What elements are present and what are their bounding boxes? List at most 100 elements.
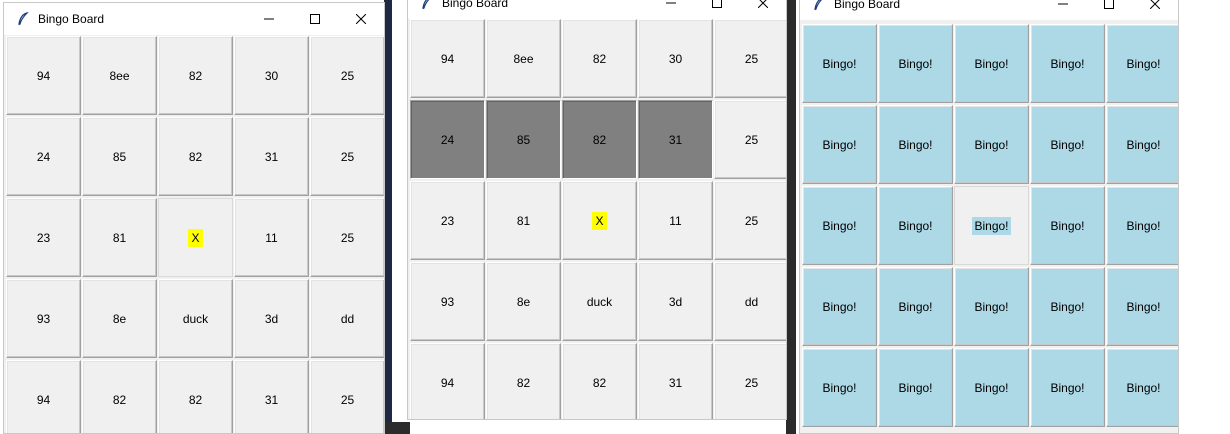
bingo-cell[interactable]: 31 [638,100,713,179]
bingo-cell[interactable]: 82 [562,19,637,98]
bingo-cell[interactable]: Bingo! [802,267,877,346]
bingo-cell[interactable]: 3d [638,262,713,341]
bingo-cell-label: 8ee [109,68,130,83]
bingo-cell[interactable]: dd [714,262,786,341]
bingo-cell[interactable]: 3d [234,279,309,358]
bingo-cell[interactable]: 94 [410,19,485,98]
bingo-cell[interactable]: Bingo! [802,24,877,103]
bingo-cell[interactable]: Bingo! [1030,186,1105,265]
close-button[interactable] [338,3,384,35]
bingo-cell[interactable]: Bingo! [878,267,953,346]
bingo-cell[interactable]: X [562,181,637,260]
bingo-cell[interactable]: 25 [714,181,786,260]
bingo-cell-label: dd [340,311,355,326]
bingo-cell[interactable]: Bingo! [954,348,1029,427]
bingo-cell[interactable]: Bingo! [802,348,877,427]
bingo-cell[interactable]: 24 [6,117,81,196]
minimize-button[interactable] [246,3,292,35]
bingo-cell-label: 25 [744,132,759,147]
bingo-cell[interactable]: Bingo! [1106,267,1178,346]
bingo-cell[interactable]: dd [310,279,384,358]
bingo-cell[interactable]: 25 [714,100,786,179]
bingo-cell[interactable]: 31 [234,117,309,196]
bingo-cell[interactable]: Bingo! [954,105,1029,184]
bingo-cell[interactable]: Bingo! [1106,105,1178,184]
bingo-cell-label: 94 [36,68,51,83]
bingo-cell[interactable]: 23 [6,198,81,277]
bingo-cell[interactable]: duck [562,262,637,341]
bingo-cell[interactable]: Bingo! [878,186,953,265]
bingo-cell[interactable]: 94 [6,36,81,115]
minimize-button[interactable] [648,0,694,19]
bingo-cell[interactable]: Bingo! [954,24,1029,103]
window-titlebar[interactable]: Bingo Board [408,0,786,19]
maximize-button[interactable] [1086,0,1132,20]
bingo-cell[interactable]: 82 [158,360,233,433]
close-button[interactable] [1132,0,1178,20]
bingo-cell[interactable]: Bingo! [1030,267,1105,346]
bingo-cell[interactable]: 82 [82,360,157,433]
bingo-cell[interactable]: 81 [82,198,157,277]
bingo-cell[interactable]: 93 [410,262,485,341]
bingo-cell[interactable]: Bingo! [954,267,1029,346]
bingo-cell[interactable]: Bingo! [1106,348,1178,427]
bingo-cell[interactable]: 25 [310,36,384,115]
bingo-cell[interactable]: 25 [714,19,786,98]
bingo-cell[interactable]: 82 [158,36,233,115]
bingo-cell[interactable]: 94 [410,343,485,419]
bingo-cell[interactable]: Bingo! [1106,186,1178,265]
bingo-cell[interactable]: 25 [310,360,384,433]
bingo-cell-label: 82 [516,375,531,390]
feather-icon [812,0,826,11]
bingo-cell[interactable]: Bingo! [954,186,1029,265]
bingo-cell[interactable]: 11 [638,181,713,260]
bingo-cell[interactable]: 8ee [82,36,157,115]
bingo-cell[interactable]: Bingo! [878,348,953,427]
close-button[interactable] [740,0,786,19]
bingo-cell[interactable]: 8e [486,262,561,341]
bingo-cell[interactable]: 24 [410,100,485,179]
bingo-cell[interactable]: 82 [158,117,233,196]
window-titlebar[interactable]: Bingo Board [4,3,384,35]
bingo-cell[interactable]: 25 [714,343,786,419]
bingo-cell-label: 23 [36,230,51,245]
bingo-cell[interactable]: Bingo! [802,186,877,265]
bingo-cell[interactable]: 30 [234,36,309,115]
maximize-button[interactable] [292,3,338,35]
bingo-cell-label: 11 [265,230,278,245]
bingo-cell[interactable]: 25 [310,117,384,196]
bingo-cell[interactable]: 8ee [486,19,561,98]
bingo-cell[interactable]: Bingo! [1030,105,1105,184]
bingo-cell-label: 82 [112,392,127,407]
bingo-cell[interactable]: Bingo! [802,105,877,184]
bingo-cell[interactable]: 31 [234,360,309,433]
bingo-cell[interactable]: Bingo! [1030,24,1105,103]
minimize-button[interactable] [1040,0,1086,20]
bingo-cell[interactable]: 11 [234,198,309,277]
bingo-cell[interactable]: 93 [6,279,81,358]
bingo-cell[interactable]: 31 [638,343,713,419]
bingo-cell[interactable]: Bingo! [1030,348,1105,427]
bingo-cell[interactable]: Bingo! [878,105,953,184]
bingo-cell[interactable]: 82 [486,343,561,419]
bingo-cell[interactable]: 81 [486,181,561,260]
bingo-cell[interactable]: Bingo! [1106,24,1178,103]
bingo-cell[interactable]: X [158,198,233,277]
bingo-cell-label: 85 [112,149,127,164]
bingo-cell-label: 31 [668,375,683,390]
bingo-cell-label: 24 [36,149,51,164]
maximize-button[interactable] [694,0,740,19]
bingo-cell[interactable]: 85 [486,100,561,179]
bingo-cell[interactable]: 82 [562,343,637,419]
bingo-cell[interactable]: 23 [410,181,485,260]
bingo-cell[interactable]: 85 [82,117,157,196]
bingo-cell[interactable]: 25 [310,198,384,277]
bingo-cell[interactable]: 94 [6,360,81,433]
bingo-cell[interactable]: duck [158,279,233,358]
bingo-cell[interactable]: 82 [562,100,637,179]
bingo-cell[interactable]: Bingo! [878,24,953,103]
bingo-cell[interactable]: 8e [82,279,157,358]
window-titlebar[interactable]: Bingo Board [800,0,1178,20]
bingo-cell[interactable]: 30 [638,19,713,98]
bingo-cell-label: 23 [440,213,455,228]
